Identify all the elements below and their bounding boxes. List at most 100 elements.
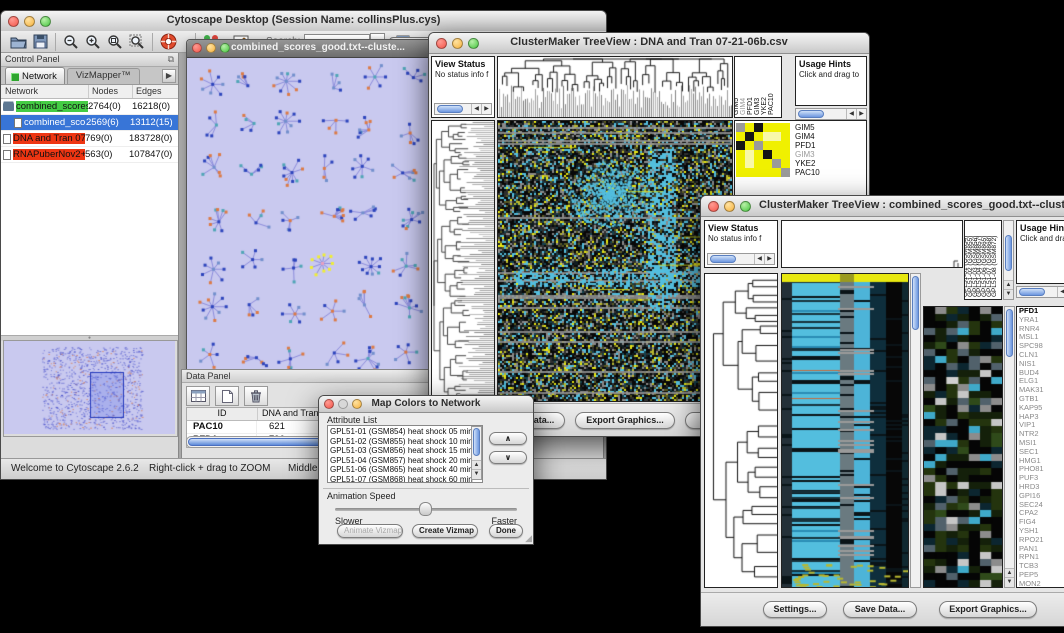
tv2-gene-dendrogram[interactable] [704,273,778,588]
zoom-out-icon[interactable] [60,32,82,52]
tv1-column-label[interactable]: PFD1 [747,97,754,115]
attribute-list-item[interactable]: GPL51-01 (GSM854) heat shock 05 min [330,427,482,437]
zoom-matrix-cell[interactable] [754,150,763,159]
zoom-matrix-cell[interactable] [772,132,781,141]
col-header-network[interactable]: Network [1,85,89,98]
tv2-heatmap[interactable] [781,273,909,588]
delete-attribute-trash-icon[interactable] [244,386,268,406]
tv2-titlebar[interactable]: ClusterMaker TreeView : combined_scores_… [701,196,1064,217]
zoom-matrix-cell[interactable] [781,132,790,141]
tv1-zoom-heatmap[interactable] [736,123,790,177]
zoom-selected-icon[interactable] [126,32,148,52]
zoom-matrix-cell[interactable] [763,141,772,150]
zoom-matrix-cell[interactable] [745,141,754,150]
zoom-matrix-cell[interactable] [736,141,745,150]
zoom-matrix-cell[interactable] [772,168,781,177]
tv2-status-scrollbar[interactable]: ◀▶ [707,253,775,265]
resize-grip[interactable]: ◢ [525,533,532,544]
zoom-matrix-cell[interactable] [736,168,745,177]
tv1-column-label[interactable]: PAC10 [768,93,775,115]
tv2-gene-list-scrollbar[interactable]: ▲▼ [1004,306,1015,588]
zoom-matrix-cell[interactable] [781,150,790,159]
tv2-settings-button[interactable]: Settings... [763,601,827,618]
zoom-in-icon[interactable] [82,32,104,52]
zoom-matrix-cell[interactable] [754,168,763,177]
tv2-column-labels-scrollbar[interactable]: ▲▼ [1003,220,1014,300]
dp-col-id[interactable]: ID [187,408,258,420]
zoom-matrix-cell[interactable] [781,123,790,132]
col-header-edges[interactable]: Edges [133,85,178,98]
tv2-zoom-heatmap[interactable] [923,306,1003,588]
zoom-matrix-cell[interactable] [736,132,745,141]
network-window-titlebar[interactable]: combined_scores_good.txt--cluste... [187,40,433,58]
zoom-matrix-cell[interactable] [763,168,772,177]
zoom-button[interactable] [220,43,230,53]
done-button[interactable]: Done [489,524,523,538]
attribute-list-scrollbar[interactable]: ▲▼ [471,426,482,480]
zoom-matrix-cell[interactable] [763,159,772,168]
tv1-titlebar[interactable]: ClusterMaker TreeView : DNA and Tran 07-… [429,33,869,54]
network-table-row[interactable]: DNA and Tran 07769(0)183728(0) [1,131,178,147]
tv2-save-data-button[interactable]: Save Data... [843,601,917,618]
dialog-titlebar[interactable]: Map Colors to Network [319,396,533,413]
tab-network[interactable]: Network [5,67,65,84]
zoom-matrix-row-label[interactable]: GIM3 [795,150,820,159]
network-canvas[interactable] [187,58,431,381]
save-session-icon[interactable] [29,32,51,52]
new-attribute-icon[interactable] [215,386,239,406]
zoom-matrix-cell[interactable] [754,132,763,141]
zoom-matrix-cell[interactable] [745,123,754,132]
tv2-column-labels[interactable]: GPL51-01 (GSM854)GPL51-02 (GSM855)GPL51-… [964,220,1002,300]
zoom-matrix-row-label[interactable]: GIM5 [795,123,820,132]
zoom-matrix-cell[interactable] [736,159,745,168]
tv2-column-dendrogram[interactable] [781,220,963,268]
network-table-row[interactable]: RNAPuberNov2+I563(0)107847(0) [1,147,178,163]
zoom-matrix-row-label[interactable]: PAC10 [795,168,820,177]
create-vizmap-button[interactable]: Create Vizmap [412,524,478,538]
tv1-column-label[interactable]: YKE2 [761,97,768,115]
zoom-matrix-cell[interactable] [736,123,745,132]
tv2-export-graphics-button[interactable]: Export Graphics... [939,601,1037,618]
tv1-column-dendrogram[interactable] [497,56,733,118]
attribute-list-item[interactable]: GPL51-04 (GSM857) heat shock 20 min [330,456,482,466]
zoom-matrix-cell[interactable] [781,168,790,177]
main-titlebar[interactable]: Cytoscape Desktop (Session Name: collins… [1,11,606,32]
network-table-row[interactable]: combined_sco2569(6)13112(15) [1,115,178,131]
zoom-matrix-cell[interactable] [736,150,745,159]
tv1-status-scrollbar[interactable]: ◀▶ [434,103,492,115]
tv1-heatmap[interactable] [497,120,733,402]
zoom-fit-icon[interactable] [104,32,126,52]
zoom-matrix-cell[interactable] [781,141,790,150]
zoom-matrix-cell[interactable] [754,123,763,132]
select-attributes-icon[interactable] [186,386,210,406]
zoom-matrix-row-label[interactable]: GIM4 [795,132,820,141]
tv2-usage-scrollbar[interactable]: ◀▶ [1016,286,1064,298]
animate-vizmap-button[interactable]: Animate Vizmap [337,524,403,538]
tv1-column-labels[interactable]: GIM5GIM4PFD1GIM3YKE2PAC10 [734,56,782,118]
zoom-matrix-row-label[interactable]: YKE2 [795,159,820,168]
attribute-list[interactable]: GPL51-01 (GSM854) heat shock 05 min GPL51… [327,425,483,483]
minimize-button[interactable] [206,43,216,53]
gene-label[interactable]: MON2 [1019,580,1064,588]
zoom-matrix-cell[interactable] [745,159,754,168]
tv1-column-label[interactable]: GIM3 [754,98,761,115]
tab-vizmapper[interactable]: VizMapper™ [67,68,140,84]
col-header-nodes[interactable]: Nodes [89,85,133,98]
move-down-button[interactable]: ∨ [489,451,527,464]
slider-thumb[interactable] [419,502,432,516]
zoom-matrix-cell[interactable] [772,150,781,159]
zoom-matrix-cell[interactable] [763,132,772,141]
tv1-column-label[interactable]: GIM4 [740,98,747,115]
attribute-list-item[interactable]: GPL51-03 (GSM856) heat shock 15 min [330,446,482,456]
birdseye-view[interactable] [3,340,178,437]
zoom-matrix-cell[interactable] [754,159,763,168]
float-panel-icon[interactable]: ⧉ [168,54,174,65]
zoom-matrix-cell[interactable] [763,123,772,132]
zoom-matrix-cell[interactable] [763,150,772,159]
tv2-gene-list[interactable]: PFD1YRA1RNR4MSL1SPC98CLN1NIS1BUD4ELG1MAK… [1016,306,1064,588]
zoom-matrix-row-label[interactable]: PFD1 [795,141,820,150]
open-session-icon[interactable] [7,32,29,52]
zoom-matrix-cell[interactable] [754,141,763,150]
zoom-matrix-cell[interactable] [781,159,790,168]
tv2-heatmap-scrollbar[interactable] [910,273,921,588]
